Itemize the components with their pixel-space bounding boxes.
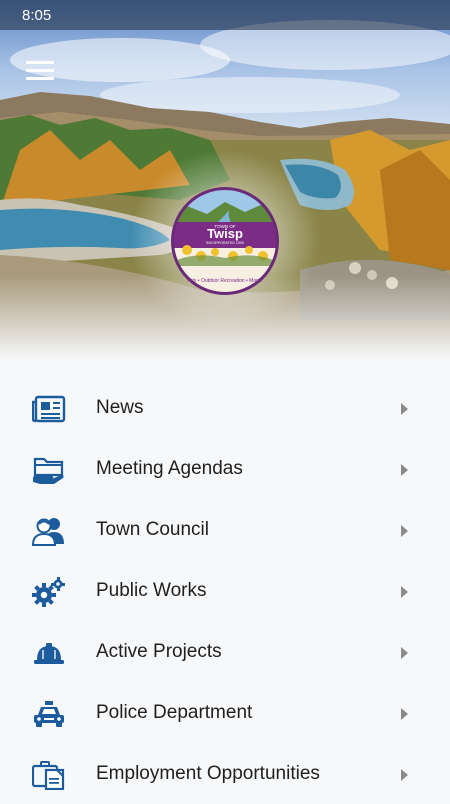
main-menu: News Meeting Agendas Town Council Public… bbox=[0, 360, 450, 800]
menu-item-employment-opportunities[interactable]: Employment Opportunities bbox=[0, 743, 450, 804]
status-bar: 8:05 bbox=[0, 0, 450, 30]
logo-town-name: Twisp bbox=[207, 226, 243, 241]
chevron-right-icon bbox=[401, 708, 408, 720]
status-time: 8:05 bbox=[22, 6, 52, 24]
chevron-right-icon bbox=[401, 403, 408, 415]
hero-landscape-image bbox=[0, 0, 450, 360]
chevron-right-icon bbox=[401, 525, 408, 537]
logo-tagline: Arts • Outdoor Recreation • Magic bbox=[188, 278, 263, 284]
chevron-right-icon bbox=[401, 769, 408, 781]
hamburger-menu-icon[interactable] bbox=[26, 61, 54, 81]
police-car-icon bbox=[34, 701, 64, 727]
menu-item-news[interactable]: News bbox=[0, 377, 450, 438]
chevron-right-icon bbox=[401, 586, 408, 598]
briefcase-document-icon bbox=[32, 761, 65, 790]
menu-item-active-projects[interactable]: Active Projects bbox=[0, 621, 450, 682]
hard-hat-icon bbox=[34, 643, 64, 664]
menu-item-label: Town Council bbox=[96, 519, 209, 540]
menu-item-label: Public Works bbox=[96, 580, 207, 601]
chevron-right-icon bbox=[401, 464, 408, 476]
menu-item-label: Police Department bbox=[96, 702, 253, 723]
newspaper-icon bbox=[32, 395, 66, 423]
chevron-right-icon bbox=[401, 647, 408, 659]
gears-icon bbox=[32, 577, 65, 607]
people-icon bbox=[32, 518, 64, 546]
town-of-twisp-logo: TOWN OF Twisp INCORPORATED 1909 Arts • O… bbox=[171, 187, 279, 295]
menu-item-town-council[interactable]: Town Council bbox=[0, 499, 450, 560]
menu-item-police-department[interactable]: Police Department bbox=[0, 682, 450, 743]
logo-incorporated: INCORPORATED 1909 bbox=[206, 241, 244, 245]
folder-hand-icon bbox=[33, 457, 64, 484]
menu-item-meeting-agendas[interactable]: Meeting Agendas bbox=[0, 438, 450, 499]
menu-item-label: Active Projects bbox=[96, 641, 222, 662]
menu-item-label: Meeting Agendas bbox=[96, 458, 243, 479]
menu-item-label: Employment Opportunities bbox=[96, 763, 320, 784]
menu-item-label: News bbox=[96, 397, 144, 418]
menu-item-public-works[interactable]: Public Works bbox=[0, 560, 450, 621]
hero-banner bbox=[0, 0, 450, 360]
